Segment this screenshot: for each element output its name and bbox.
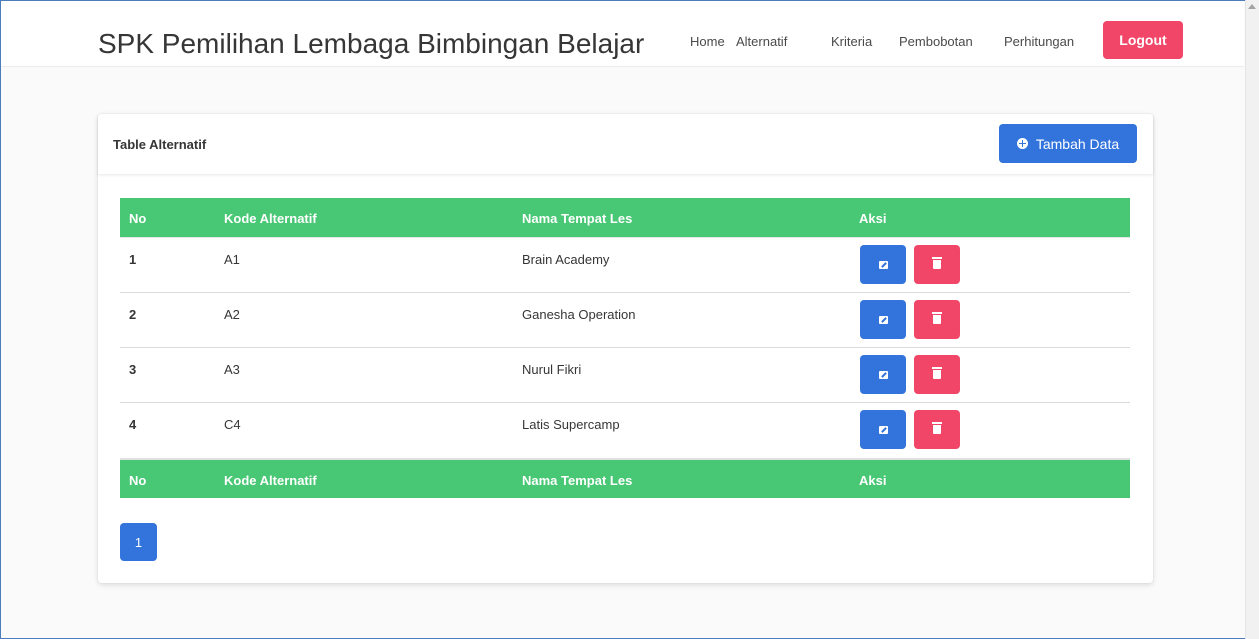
table-row: 4 C4 Latis Supercamp [120,403,1130,458]
delete-button[interactable] [914,300,960,339]
edit-button[interactable] [860,300,906,339]
navbar: SPK Pemilihan Lembaga Bimbingan Belajar … [1,1,1244,67]
add-data-button[interactable]: Tambah Data [999,124,1137,163]
table-header: No Kode Alternatif Nama Tempat Les Aksi [120,198,1130,238]
edit-button[interactable] [860,355,906,394]
edit-button[interactable] [860,410,906,449]
row-kode: A1 [224,252,240,267]
edit-button[interactable] [860,245,906,284]
column-footer-aksi: Aksi [859,473,887,488]
pagination-page-button[interactable]: 1 [120,523,157,561]
column-header-aksi: Aksi [859,211,887,226]
table-footer: No Kode Alternatif Nama Tempat Les Aksi [120,458,1130,498]
row-no: 4 [129,417,137,432]
logout-button[interactable]: Logout [1103,21,1183,59]
column-footer-kode: Kode Alternatif [224,473,317,488]
alternatif-card: Table Alternatif Tambah Data No Kode Alt… [98,114,1153,583]
row-nama: Nurul Fikri [522,362,582,377]
card-title: Table Alternatif [113,137,207,152]
page-title: SPK Pemilihan Lembaga Bimbingan Belajar [98,28,645,59]
column-footer-no: No [129,473,147,488]
row-nama: Ganesha Operation [522,307,636,322]
card-header: Table Alternatif Tambah Data [98,114,1153,174]
row-no: 2 [129,307,137,322]
edit-icon [878,370,888,379]
column-header-kode: Kode Alternatif [224,211,317,226]
row-no: 1 [129,252,137,267]
nav-alternatif[interactable]: Alternatif [736,34,787,49]
row-nama: Brain Academy [522,252,610,267]
table-row: 2 A2 Ganesha Operation [120,293,1130,348]
vertical-scrollbar[interactable] [1245,0,1259,639]
table-row: 1 A1 Brain Academy [120,238,1130,293]
nav-kriteria[interactable]: Kriteria [831,34,872,49]
trash-icon [932,367,942,379]
edit-icon [878,260,888,269]
edit-icon [878,315,888,324]
plus-circle-icon [1016,138,1028,149]
column-header-no: No [129,211,147,226]
nav-pembobotan[interactable]: Pembobotan [899,34,973,49]
column-header-nama: Nama Tempat Les [522,211,633,226]
alternatif-table: No Kode Alternatif Nama Tempat Les Aksi … [120,198,1130,498]
row-kode: A3 [224,362,240,377]
delete-button[interactable] [914,410,960,449]
nav-home[interactable]: Home [690,34,725,49]
table-body: 1 A1 Brain Academy 2 A2 Ganesha Operatio… [120,238,1130,458]
trash-icon [932,312,942,324]
trash-icon [932,422,942,434]
row-nama: Latis Supercamp [522,417,620,432]
table-row: 3 A3 Nurul Fikri [120,348,1130,403]
row-kode: A2 [224,307,240,322]
trash-icon [932,257,942,269]
row-kode: C4 [224,417,241,432]
scroll-up-arrow-icon[interactable] [1248,4,1256,9]
delete-button[interactable] [914,355,960,394]
edit-icon [878,425,888,434]
add-data-label: Tambah Data [1035,135,1120,152]
column-footer-nama: Nama Tempat Les [522,473,633,488]
row-no: 3 [129,362,137,377]
nav-perhitungan[interactable]: Perhitungan [1004,34,1074,49]
delete-button[interactable] [914,245,960,284]
